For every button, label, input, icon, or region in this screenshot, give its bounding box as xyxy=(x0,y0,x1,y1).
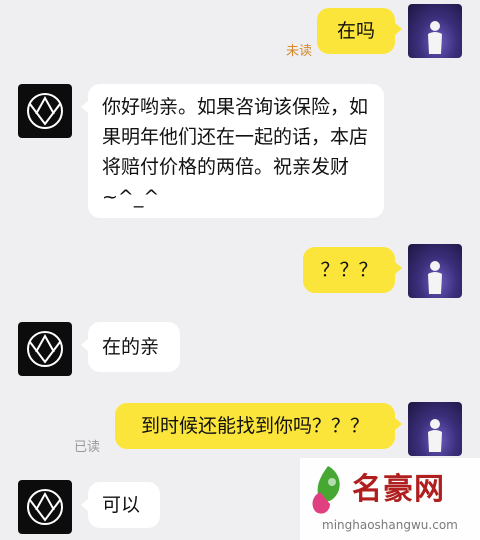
unread-status: 未读 xyxy=(285,44,312,59)
watermark: 名豪网 minghaoshangwu.com xyxy=(300,458,480,540)
message-bubble-sent[interactable]: 在吗 xyxy=(317,8,402,54)
watermark-name: 名豪网 xyxy=(352,472,445,507)
message-bubble-received[interactable]: 可以 xyxy=(81,482,160,528)
user-avatar[interactable] xyxy=(408,244,462,298)
user-avatar[interactable] xyxy=(408,402,462,456)
shop-avatar[interactable] xyxy=(18,480,72,534)
shop-avatar[interactable] xyxy=(18,84,72,138)
message-bubble-sent[interactable]: ？？？ xyxy=(303,247,402,293)
shop-avatar[interactable] xyxy=(18,322,72,376)
message-bubble-sent[interactable]: 到时候还能找到你吗？？？ xyxy=(115,403,402,449)
message-bubble-received[interactable]: 在的亲 xyxy=(81,322,180,372)
user-avatar[interactable] xyxy=(408,4,462,58)
read-status: 已读 xyxy=(74,440,101,455)
message-bubble-received[interactable]: 你好哟亲。如果咨询该保险，如果明年他们还在一起的话，本店将赔付价格的两倍。祝亲发… xyxy=(81,84,384,218)
leaf-logo-icon xyxy=(312,466,340,514)
watermark-url: minghaoshangwu.com xyxy=(322,518,458,532)
